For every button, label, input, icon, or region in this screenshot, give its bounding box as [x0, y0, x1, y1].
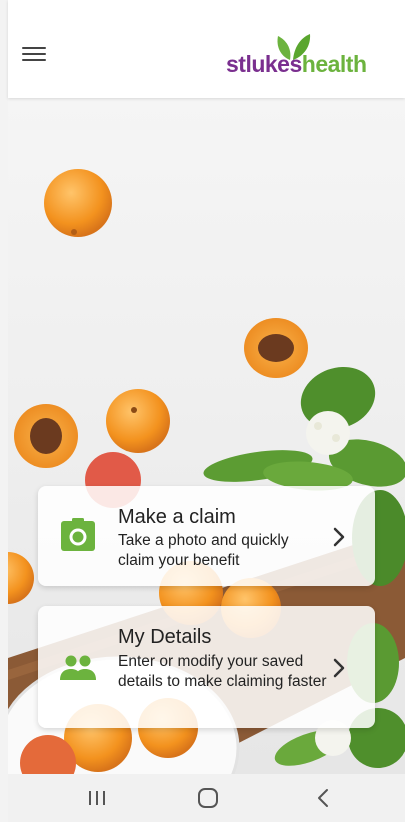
home-icon[interactable]: [194, 786, 222, 810]
brand-logo: stlukeshealth: [226, 30, 386, 86]
card-title: Make a claim: [118, 506, 236, 528]
back-icon[interactable]: [310, 786, 338, 810]
chevron-right-icon: [333, 527, 345, 547]
make-claim-card[interactable]: Make a claim Take a photo and quickly cl…: [38, 486, 375, 586]
menu-icon[interactable]: [22, 44, 46, 66]
camera-icon: [61, 518, 95, 551]
recent-apps-icon[interactable]: [83, 786, 111, 810]
system-navigation-bar: [8, 774, 405, 822]
chevron-right-icon: [333, 658, 345, 678]
card-title: My Details: [118, 626, 212, 648]
card-description: Enter or modify your saved details to ma…: [118, 653, 327, 690]
app-header: stlukeshealth: [8, 0, 405, 98]
people-icon: [60, 655, 96, 680]
app-screen: stlukeshealth Make a claim Take a photo …: [0, 0, 405, 822]
card-description: Take a photo and quickly claim your bene…: [118, 532, 289, 569]
my-details-card[interactable]: My Details Enter or modify your saved de…: [38, 606, 375, 728]
logo-wordmark: stlukeshealth: [226, 51, 367, 77]
